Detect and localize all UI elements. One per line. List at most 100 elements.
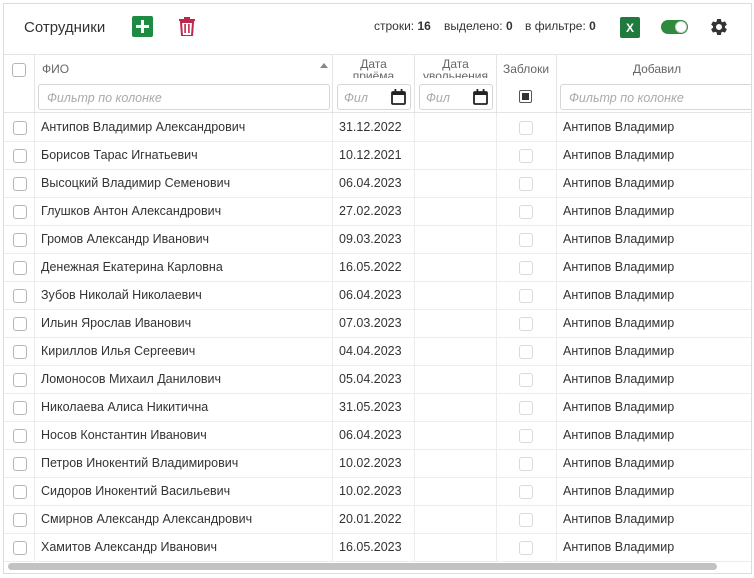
cell-hire-date[interactable]: 06.04.2023: [333, 170, 415, 197]
cell-added-by[interactable]: Антипов Владимир: [557, 282, 751, 309]
cell-added-by[interactable]: Антипов Владимир: [557, 310, 751, 337]
table-row[interactable]: Антипов Владимир Александрович 31.12.2022…: [4, 114, 751, 142]
table-row[interactable]: Громов Александр Иванович 09.03.2023 Антип…: [4, 226, 751, 254]
select-all-checkbox[interactable]: [12, 63, 26, 77]
table-row[interactable]: Денежная Екатерина Карловна 16.05.2022 Ант…: [4, 254, 751, 282]
cell-fio[interactable]: Ильин Ярослав Иванович: [35, 310, 333, 337]
table-row[interactable]: Глушков Антон Александрович 27.02.2023 Ант…: [4, 198, 751, 226]
cell-fire-date[interactable]: [415, 226, 497, 253]
cell-fio[interactable]: Громов Александр Иванович: [35, 226, 333, 253]
filter-fio-input[interactable]: Фильтр по колонке: [38, 84, 330, 110]
row-select-checkbox[interactable]: [13, 261, 27, 275]
table-row[interactable]: Сидоров Инокентий Васильевич 10.02.2023 Ан…: [4, 478, 751, 506]
row-select-checkbox[interactable]: [13, 373, 27, 387]
cell-hire-date[interactable]: 16.05.2022: [333, 254, 415, 281]
row-select-checkbox[interactable]: [13, 513, 27, 527]
cell-hire-date[interactable]: 07.03.2023: [333, 310, 415, 337]
cell-fire-date[interactable]: [415, 478, 497, 505]
scrollbar-thumb[interactable]: [8, 563, 717, 570]
blocked-checkbox[interactable]: [519, 373, 533, 387]
table-row[interactable]: Носов Константин Иванович 06.04.2023 Антип…: [4, 422, 751, 450]
header-blocked[interactable]: Заблоки: [497, 55, 557, 114]
cell-hire-date[interactable]: 10.12.2021: [333, 142, 415, 169]
horizontal-scrollbar[interactable]: [8, 562, 749, 571]
cell-fio[interactable]: Носов Константин Иванович: [35, 422, 333, 449]
row-select-checkbox[interactable]: [13, 121, 27, 135]
row-select-checkbox[interactable]: [13, 289, 27, 303]
row-select-checkbox[interactable]: [13, 233, 27, 247]
cell-hire-date[interactable]: 06.04.2023: [333, 422, 415, 449]
cell-fio[interactable]: Денежная Екатерина Карловна: [35, 254, 333, 281]
export-excel-button[interactable]: X: [620, 17, 640, 38]
table-row[interactable]: Петров Инокентий Владимирович 10.02.2023 А…: [4, 450, 751, 478]
cell-fire-date[interactable]: [415, 366, 497, 393]
row-select-checkbox[interactable]: [13, 149, 27, 163]
blocked-checkbox[interactable]: [519, 457, 533, 471]
cell-fire-date[interactable]: [415, 198, 497, 225]
cell-hire-date[interactable]: 05.04.2023: [333, 366, 415, 393]
cell-fire-date[interactable]: [415, 422, 497, 449]
blocked-filter-checkbox[interactable]: [519, 90, 532, 103]
row-select-checkbox[interactable]: [13, 457, 27, 471]
cell-hire-date[interactable]: 10.02.2023: [333, 478, 415, 505]
cell-fio[interactable]: Ломоносов Михаил Данилович: [35, 366, 333, 393]
cell-hire-date[interactable]: 20.01.2022: [333, 506, 415, 533]
cell-fio[interactable]: Смирнов Александр Александрович: [35, 506, 333, 533]
blocked-checkbox[interactable]: [519, 233, 533, 247]
cell-added-by[interactable]: Антипов Владимир: [557, 366, 751, 393]
cell-fio[interactable]: Кириллов Илья Сергеевич: [35, 338, 333, 365]
table-row[interactable]: Высоцкий Владимир Семенович 06.04.2023 Ант…: [4, 170, 751, 198]
blocked-checkbox[interactable]: [519, 121, 533, 135]
cell-fire-date[interactable]: [415, 394, 497, 421]
cell-fire-date[interactable]: [415, 506, 497, 533]
table-row[interactable]: Смирнов Александр Александрович 20.01.202…: [4, 506, 751, 534]
cell-fio[interactable]: Высоцкий Владимир Семенович: [35, 170, 333, 197]
table-row[interactable]: Кириллов Илья Сергеевич 04.04.2023 Антипов…: [4, 338, 751, 366]
cell-fio[interactable]: Николаева Алиса Никитична: [35, 394, 333, 421]
view-toggle[interactable]: [661, 20, 688, 34]
cell-added-by[interactable]: Антипов Владимир: [557, 478, 751, 505]
blocked-checkbox[interactable]: [519, 317, 533, 331]
cell-added-by[interactable]: Антипов Владимир: [557, 534, 751, 561]
cell-hire-date[interactable]: 10.02.2023: [333, 450, 415, 477]
cell-fio[interactable]: Петров Инокентий Владимирович: [35, 450, 333, 477]
cell-fire-date[interactable]: [415, 114, 497, 141]
table-row[interactable]: Борисов Тарас Игнатьевич 10.12.2021 Антипо…: [4, 142, 751, 170]
cell-fio[interactable]: Борисов Тарас Игнатьевич: [35, 142, 333, 169]
cell-hire-date[interactable]: 06.04.2023: [333, 282, 415, 309]
cell-hire-date[interactable]: 27.02.2023: [333, 198, 415, 225]
blocked-checkbox[interactable]: [519, 177, 533, 191]
filter-hire-date-input[interactable]: Фил: [337, 84, 411, 110]
cell-fire-date[interactable]: [415, 310, 497, 337]
cell-fio[interactable]: Глушков Антон Александрович: [35, 198, 333, 225]
blocked-checkbox[interactable]: [519, 205, 533, 219]
blocked-checkbox[interactable]: [519, 345, 533, 359]
row-select-checkbox[interactable]: [13, 485, 27, 499]
settings-button[interactable]: [708, 16, 730, 38]
cell-hire-date[interactable]: 09.03.2023: [333, 226, 415, 253]
cell-added-by[interactable]: Антипов Владимир: [557, 142, 751, 169]
cell-fio[interactable]: Хамитов Александр Иванович: [35, 534, 333, 561]
cell-added-by[interactable]: Антипов Владимир: [557, 338, 751, 365]
blocked-checkbox[interactable]: [519, 289, 533, 303]
add-button[interactable]: [132, 16, 153, 37]
row-select-checkbox[interactable]: [13, 177, 27, 191]
cell-hire-date[interactable]: 31.12.2022: [333, 114, 415, 141]
blocked-checkbox[interactable]: [519, 429, 533, 443]
table-row[interactable]: Николаева Алиса Никитична 31.05.2023 Антип…: [4, 394, 751, 422]
cell-hire-date[interactable]: 16.05.2023: [333, 534, 415, 561]
row-select-checkbox[interactable]: [13, 205, 27, 219]
blocked-checkbox[interactable]: [519, 401, 533, 415]
cell-hire-date[interactable]: 31.05.2023: [333, 394, 415, 421]
sort-asc-icon[interactable]: [320, 63, 328, 68]
cell-fio[interactable]: Антипов Владимир Александрович: [35, 114, 333, 141]
header-hire-date[interactable]: Дата приёма Фил: [333, 55, 415, 114]
header-fio[interactable]: ФИО Фильтр по колонке: [35, 55, 333, 114]
calendar-icon[interactable]: [473, 89, 488, 105]
blocked-checkbox[interactable]: [519, 149, 533, 163]
cell-fire-date[interactable]: [415, 450, 497, 477]
blocked-checkbox[interactable]: [519, 541, 533, 555]
cell-fio[interactable]: Зубов Николай Николаевич: [35, 282, 333, 309]
delete-button[interactable]: [176, 16, 197, 37]
cell-added-by[interactable]: Антипов Владимир: [557, 422, 751, 449]
